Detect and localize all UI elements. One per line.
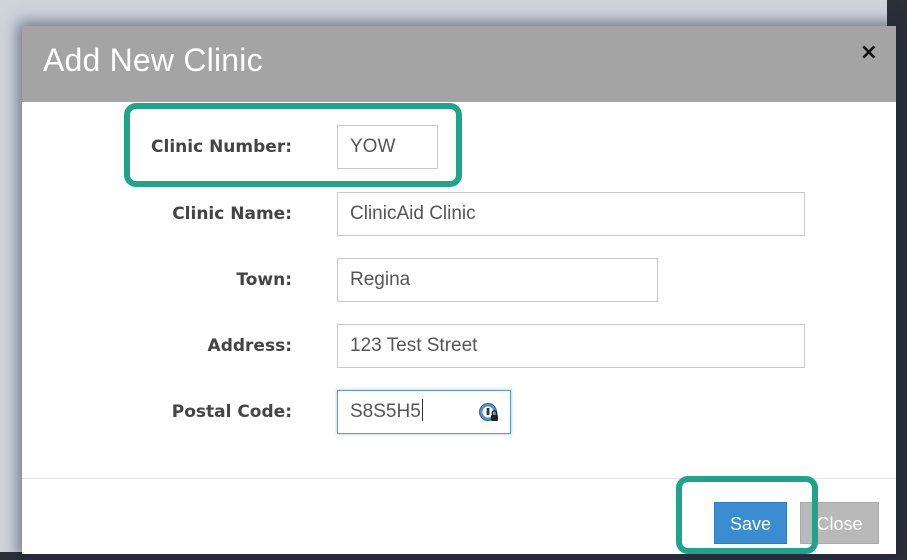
clinic-number-highlight	[124, 103, 462, 187]
password-manager-icon[interactable]	[478, 402, 500, 424]
address-input[interactable]: 123 Test Street	[337, 324, 805, 368]
town-label: Town:	[236, 270, 292, 290]
clinic-name-label: Clinic Name:	[172, 204, 292, 224]
add-clinic-dialog: Add New Clinic × Clinic Number: YOW Clin…	[22, 26, 896, 554]
postal-code-input[interactable]: S8S5H5	[337, 390, 511, 434]
postal-code-label: Postal Code:	[171, 402, 292, 422]
dialog-title: Add New Clinic	[43, 42, 263, 78]
text-caret	[421, 399, 423, 421]
save-button-highlight	[676, 476, 818, 554]
postal-code-value: S8S5H5	[350, 401, 421, 422]
town-input[interactable]: Regina	[337, 258, 658, 302]
address-label: Address:	[207, 336, 292, 356]
dialog-header: Add New Clinic ×	[22, 26, 896, 102]
close-icon[interactable]: ×	[860, 40, 878, 65]
clinic-name-input[interactable]: ClinicAid Clinic	[337, 192, 805, 236]
